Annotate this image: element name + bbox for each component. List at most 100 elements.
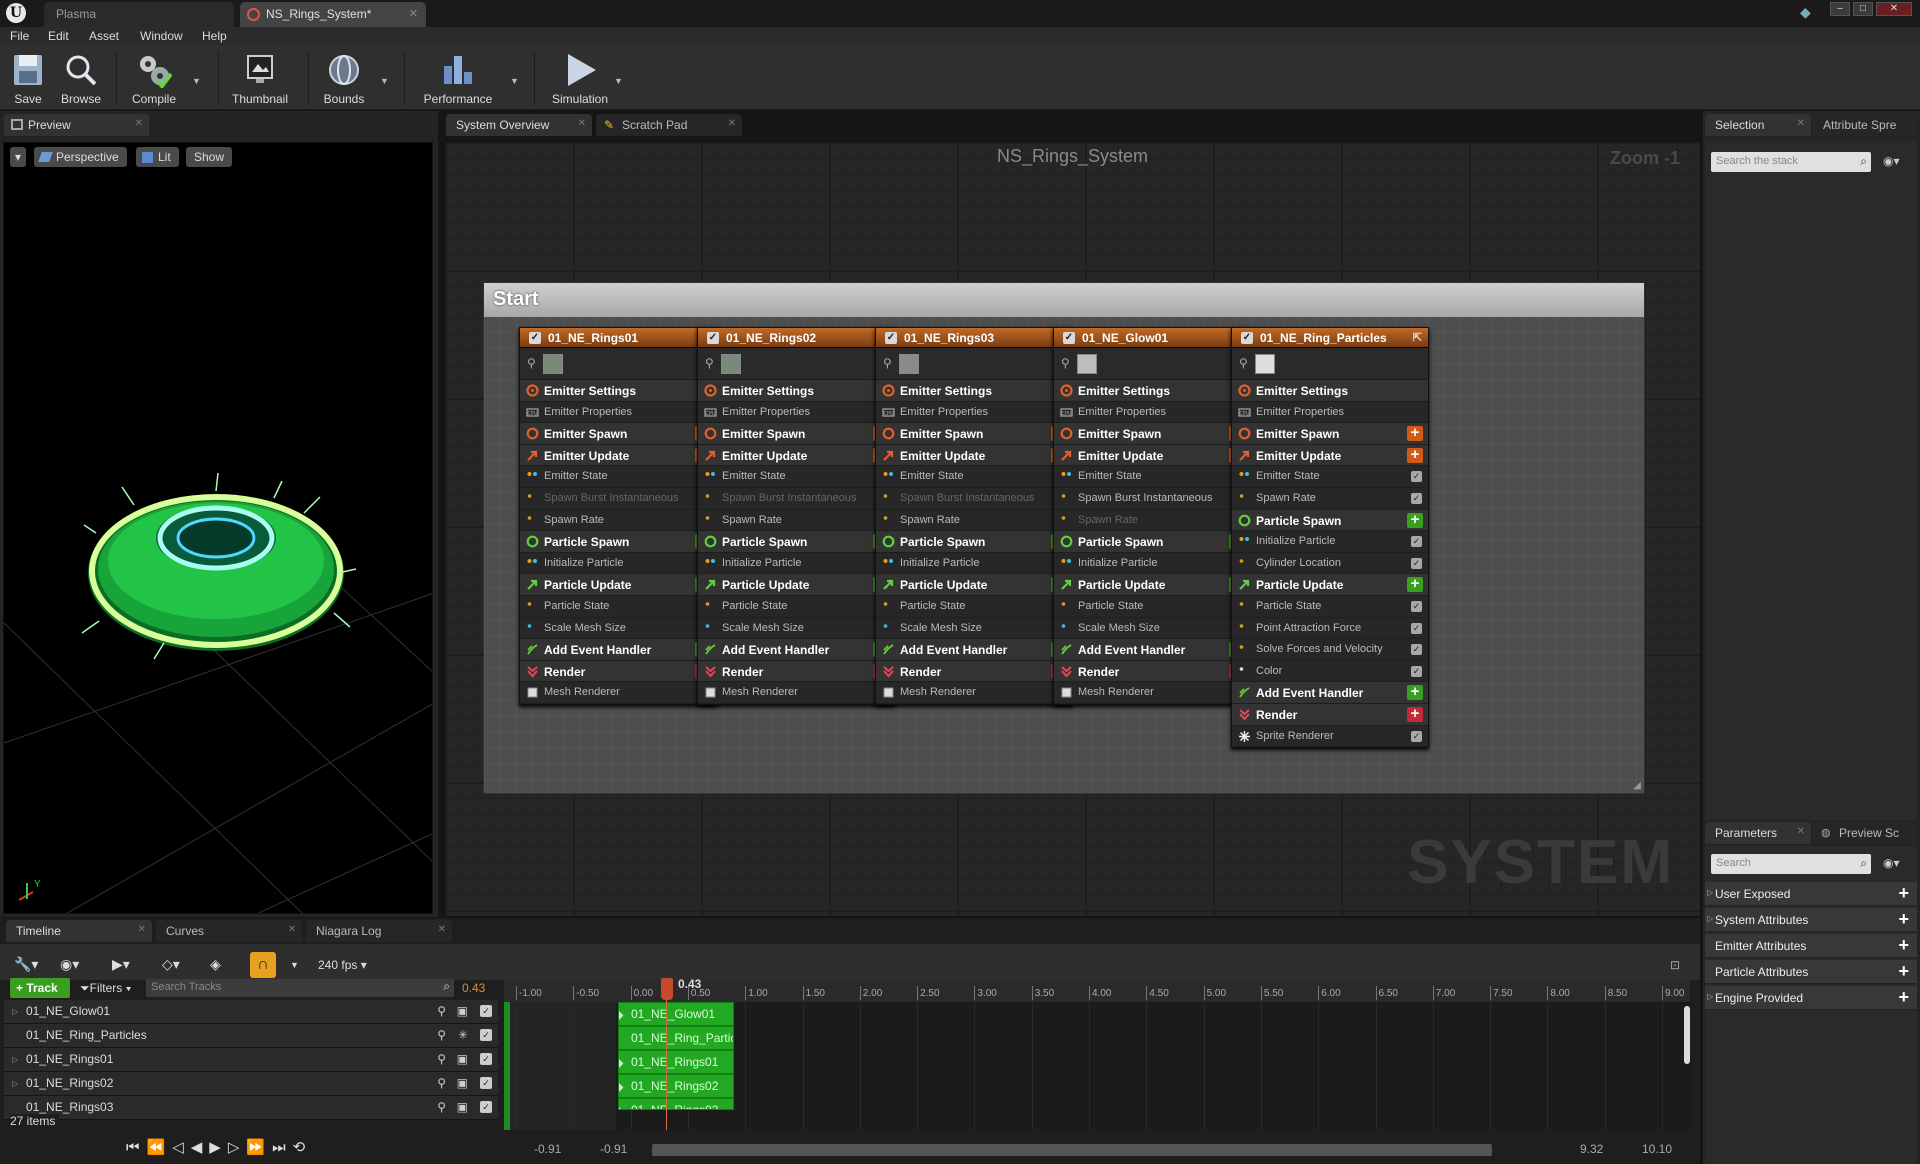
stack-group[interactable]: Add Event Handler+ <box>1232 682 1428 704</box>
compile-options-dropdown[interactable]: ▼ <box>192 76 201 86</box>
category-system-attributes[interactable]: ▷ System Attributes + <box>1705 908 1917 932</box>
stack-module[interactable]: Emitter State✓ <box>1232 466 1428 488</box>
pin-icon[interactable]: ⚲ <box>1061 356 1070 370</box>
isolate-pin-icon[interactable]: ⚲ <box>437 1004 446 1018</box>
stack-module[interactable]: Scale Mesh Size✓ <box>520 617 716 640</box>
stack-group[interactable]: Emitter Settings <box>1054 380 1250 402</box>
stack-group[interactable]: Render+ <box>876 660 1072 683</box>
track-enabled-checkbox[interactable]: ✓ <box>480 1029 492 1041</box>
add-module-button[interactable]: + <box>1407 512 1423 528</box>
stack-module[interactable]: Initialize Particle✓ <box>1054 552 1250 575</box>
track-row[interactable]: 01_NE_Rings03 ⚲ ▣ ✓ <box>4 1096 498 1120</box>
performance-options-dropdown[interactable]: ▼ <box>510 76 519 86</box>
stack-module[interactable]: Sprite Renderer ✓ <box>1232 725 1428 748</box>
stack-module[interactable]: Emitter State✓ <box>698 466 894 488</box>
stack-group[interactable]: Emitter Update+ <box>1054 444 1250 467</box>
emitter-enabled-checkbox[interactable]: ✓ <box>707 332 719 344</box>
stack-group[interactable]: Emitter Settings <box>698 380 894 402</box>
stack-module[interactable]: Spawn Burst Instantaneous✓ <box>698 487 894 510</box>
key-diamond-icon[interactable] <box>619 1106 624 1109</box>
expand-arrow-icon[interactable]: ▷ <box>12 1007 18 1016</box>
emitter-header[interactable]: ✓01_NE_Rings02⇱ <box>698 328 894 348</box>
eye-visibility-icon[interactable]: ◉▾ <box>1883 154 1900 168</box>
snap-magnet-button[interactable]: ∩ <box>250 952 276 978</box>
stack-group[interactable]: Emitter Update+ <box>876 444 1072 467</box>
add-module-button[interactable]: + <box>1407 576 1423 593</box>
key-tag-icon[interactable]: ◈ <box>210 956 221 973</box>
menu-help[interactable]: Help <box>202 29 227 43</box>
stack-module[interactable]: Emitter State✓ <box>520 466 716 488</box>
loop-icon[interactable]: ⟲ <box>293 1139 313 1156</box>
stack-module[interactable]: Emitter State✓ <box>1054 466 1250 488</box>
stack-module[interactable]: Emitter State✓ <box>876 466 1072 488</box>
perspective-button[interactable]: Perspective <box>34 147 127 167</box>
stack-module[interactable]: Solve Forces and Velocity ✓ <box>1232 639 1428 661</box>
category-emitter-attributes[interactable]: Emitter Attributes + <box>1705 934 1917 958</box>
track-enabled-checkbox[interactable]: ✓ <box>480 1101 492 1113</box>
pin-icon[interactable]: ⚲ <box>883 356 892 370</box>
stack-module[interactable]: Spawn Rate ✓ <box>1232 487 1428 510</box>
stack-group[interactable]: Particle Update+ <box>698 574 894 596</box>
tab-scratch-pad[interactable]: ✎ Scratch Pad ✕ <box>596 114 742 136</box>
lock-icon[interactable]: ⊡ <box>1670 958 1680 972</box>
start-comment-box[interactable]: Start ✓ 01_NE_Rings01 ⇱ ⚲ Emitter Settings CP… <box>483 282 1645 794</box>
to-start-icon[interactable]: ⏮ <box>126 1139 147 1156</box>
play-options-icon[interactable]: ▶▾ <box>112 956 130 973</box>
maximize-button[interactable]: □ <box>1853 2 1873 16</box>
eye-view-options-icon[interactable]: ◉▾ <box>60 956 79 973</box>
document-tab-plasma[interactable]: Plasma <box>44 2 234 27</box>
source-control-icon[interactable]: ◆ <box>1800 4 1811 21</box>
stack-module[interactable]: CPU Emitter Properties <box>876 401 1072 424</box>
stack-module[interactable]: Particle State✓ <box>698 595 894 618</box>
stack-group[interactable]: Add Event Handler+ <box>520 639 716 661</box>
browse-button[interactable]: Browse <box>56 50 106 108</box>
stack-group[interactable]: Particle Update+ <box>520 574 716 596</box>
key-diamond-icon[interactable] <box>619 1058 624 1069</box>
stack-group[interactable]: Add Event Handler+ <box>876 639 1072 661</box>
module-enabled-checkbox[interactable]: ✓ <box>1411 492 1422 504</box>
close-tab-icon[interactable]: ✕ <box>578 118 586 129</box>
stack-group[interactable]: Emitter Settings <box>520 380 716 402</box>
tab-system-overview[interactable]: System Overview ✕ <box>446 114 592 136</box>
isolate-pin-icon[interactable]: ⚲ <box>437 1028 446 1042</box>
stack-module[interactable]: Scale Mesh Size✓ <box>698 617 894 640</box>
stack-module[interactable]: Spawn Burst Instantaneous✓ <box>520 487 716 510</box>
emitter-thumbnail[interactable] <box>543 354 563 374</box>
tab-curves[interactable]: Curves ✕ <box>156 920 302 942</box>
emitter-thumbnail[interactable] <box>899 354 919 374</box>
timeline-scrollbar[interactable] <box>1684 1006 1690 1064</box>
keyframe-icon[interactable]: ◇▾ <box>162 956 180 973</box>
lit-button[interactable]: Lit <box>136 147 179 167</box>
thumbnail-button[interactable]: Thumbnail <box>228 50 292 108</box>
emitter-header[interactable]: ✓01_NE_Glow01⇱ <box>1054 328 1250 348</box>
close-tab-icon[interactable]: ✕ <box>728 118 736 129</box>
stack-module[interactable]: Mesh Renderer✓ <box>876 682 1072 704</box>
emitter-thumbnail[interactable] <box>1255 354 1275 374</box>
tab-preview-scene-settings[interactable]: ◍ Preview Sc <box>1813 822 1917 844</box>
viewport-options-dropdown[interactable]: ▾ <box>10 147 27 167</box>
emitter-enabled-checkbox[interactable]: ✓ <box>1241 332 1253 344</box>
stack-group[interactable]: Particle Spawn+ <box>876 531 1072 553</box>
resize-handle-icon[interactable]: ◢ <box>1633 780 1641 791</box>
save-button[interactable]: Save <box>8 50 48 108</box>
add-parameter-button[interactable]: + <box>1898 909 1909 930</box>
bounds-button[interactable]: Bounds <box>318 50 370 108</box>
stack-module[interactable]: Mesh Renderer✓ <box>1054 682 1250 704</box>
stack-group[interactable]: Emitter Update+ <box>698 444 894 467</box>
stack-module[interactable]: Mesh Renderer✓ <box>520 682 716 704</box>
prev-key-icon[interactable]: ⏪ <box>147 1139 173 1156</box>
stack-group[interactable]: Emitter Spawn+ <box>1054 423 1250 445</box>
track-row[interactable]: 01_NE_Ring_Particles ⚲ ✳ ✓ <box>4 1024 498 1048</box>
simulation-options-dropdown[interactable]: ▼ <box>614 76 623 86</box>
category-particle-attributes[interactable]: Particle Attributes + <box>1705 960 1917 984</box>
emitter-thumbnail[interactable] <box>721 354 741 374</box>
category-user-exposed[interactable]: ▷ User Exposed + <box>1705 882 1917 906</box>
preview-viewport[interactable]: ▾ Perspective Lit Show Y <box>3 142 433 914</box>
category-engine-provided[interactable]: ▷ Engine Provided + <box>1705 986 1917 1010</box>
stack-module[interactable]: Particle State✓ <box>1054 595 1250 618</box>
bounds-options-dropdown[interactable]: ▼ <box>380 76 389 86</box>
next-key-icon[interactable]: ⏩ <box>246 1139 272 1156</box>
minimize-button[interactable]: – <box>1830 2 1850 16</box>
track-enabled-checkbox[interactable]: ✓ <box>480 1077 492 1089</box>
stack-module[interactable]: CPU Emitter Properties <box>520 401 716 424</box>
